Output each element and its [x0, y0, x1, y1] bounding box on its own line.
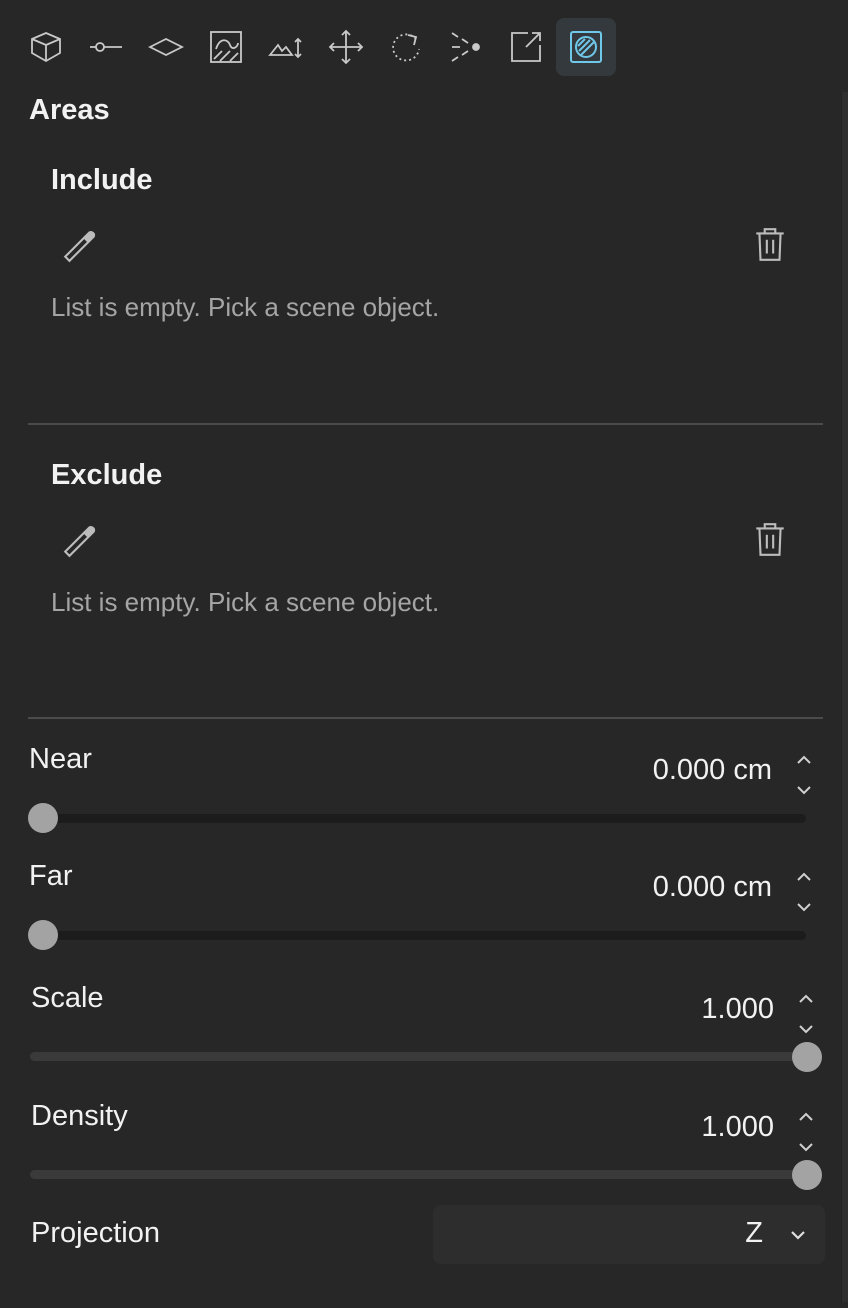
include-pick-button[interactable]: [58, 224, 102, 268]
scale-value[interactable]: 1.000: [701, 993, 774, 1026]
chevron-down-icon: [791, 1231, 805, 1240]
eyedropper-icon: [61, 225, 99, 268]
texture-icon[interactable]: [196, 18, 256, 76]
exclude-empty-message: List is empty. Pick a scene object.: [51, 587, 440, 617]
scatter-icon[interactable]: [436, 18, 496, 76]
density-value[interactable]: 1.000: [701, 1111, 774, 1144]
near-value[interactable]: 0.000 cm: [653, 754, 772, 787]
chevron-down-icon[interactable]: [794, 897, 814, 917]
far-value[interactable]: 0.000 cm: [653, 871, 772, 904]
export-icon[interactable]: [496, 18, 556, 76]
exclude-section: Exclude List is empty. Pick a scene obje…: [28, 459, 823, 709]
areas-icon[interactable]: [556, 18, 616, 76]
far-slider-thumb[interactable]: [28, 920, 58, 950]
chevron-down-icon[interactable]: [796, 1137, 816, 1157]
scale-label: Scale: [31, 982, 104, 1014]
chevron-up-icon[interactable]: [794, 750, 814, 770]
near-label: Near: [29, 743, 92, 775]
density-slider-track[interactable]: [30, 1170, 808, 1179]
include-title: Include: [51, 164, 153, 196]
toolbar: [16, 18, 616, 76]
near-stepper[interactable]: [794, 750, 814, 800]
chevron-down-icon[interactable]: [794, 780, 814, 800]
trash-icon: [751, 225, 789, 268]
panel-heading: Areas: [29, 94, 110, 126]
trash-icon: [751, 520, 789, 563]
scrollbar[interactable]: [841, 92, 848, 1302]
far-label: Far: [29, 860, 73, 892]
eyedropper-icon: [61, 520, 99, 563]
scale-stepper[interactable]: [796, 989, 816, 1039]
projection-value: Z: [745, 1217, 763, 1249]
chevron-up-icon[interactable]: [796, 1107, 816, 1127]
far-slider-track[interactable]: [30, 931, 806, 940]
scale-slider-track[interactable]: [30, 1052, 808, 1061]
divider: [28, 717, 823, 719]
node-icon[interactable]: [76, 18, 136, 76]
move-icon[interactable]: [316, 18, 376, 76]
box-icon[interactable]: [16, 18, 76, 76]
chevron-down-icon[interactable]: [796, 1019, 816, 1039]
exclude-clear-button[interactable]: [748, 519, 792, 563]
near-slider-track[interactable]: [30, 814, 806, 823]
chevron-up-icon[interactable]: [794, 867, 814, 887]
density-slider-thumb[interactable]: [792, 1160, 822, 1190]
terrain-height-icon[interactable]: [256, 18, 316, 76]
projection-label: Projection: [31, 1217, 160, 1249]
projection-select[interactable]: Z: [433, 1205, 825, 1264]
density-label: Density: [31, 1100, 128, 1132]
exclude-pick-button[interactable]: [58, 519, 102, 563]
scale-slider-thumb[interactable]: [792, 1042, 822, 1072]
include-section: Include List is empty. Pick a scene obje…: [28, 164, 823, 414]
plane-icon[interactable]: [136, 18, 196, 76]
chevron-up-icon[interactable]: [796, 989, 816, 1009]
divider: [28, 423, 823, 425]
rotate-icon[interactable]: [376, 18, 436, 76]
near-slider-thumb[interactable]: [28, 803, 58, 833]
far-stepper[interactable]: [794, 867, 814, 917]
include-empty-message: List is empty. Pick a scene object.: [51, 292, 440, 322]
density-stepper[interactable]: [796, 1107, 816, 1157]
include-clear-button[interactable]: [748, 224, 792, 268]
exclude-title: Exclude: [51, 459, 163, 491]
